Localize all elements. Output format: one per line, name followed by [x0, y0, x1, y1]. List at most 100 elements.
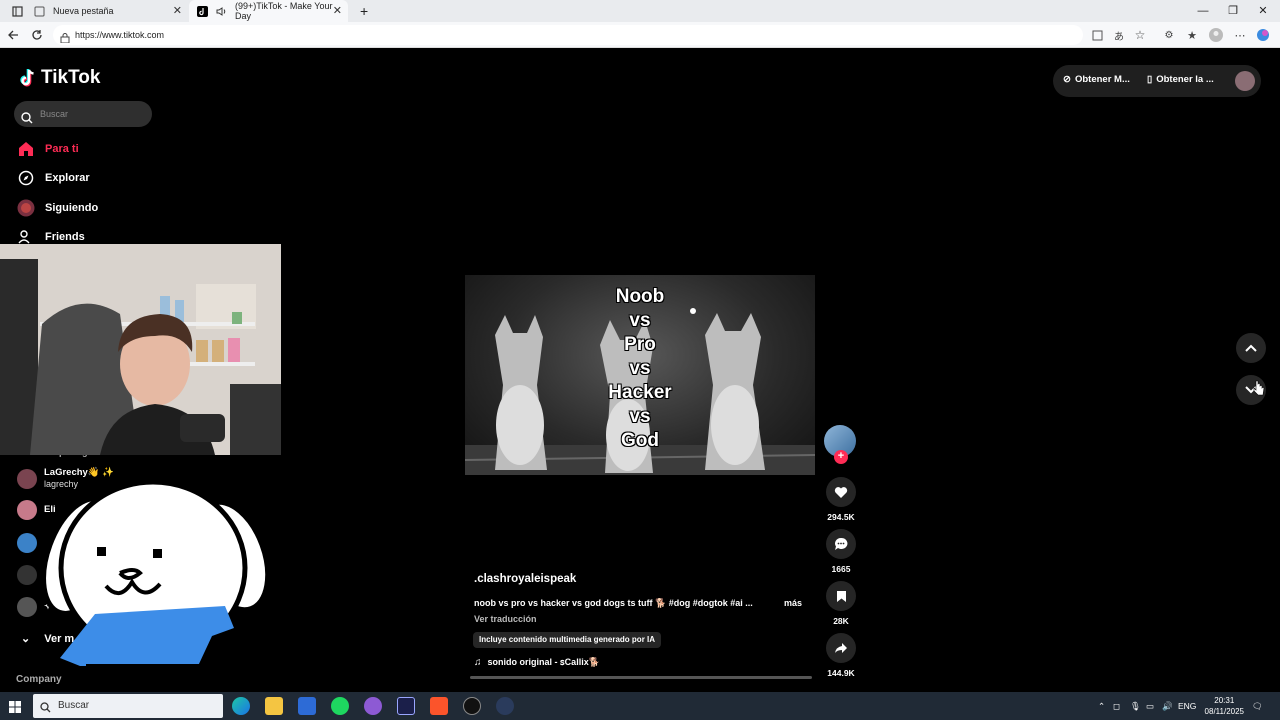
notifications-icon[interactable]: 🗨 [1252, 692, 1263, 720]
file-explorer-icon[interactable] [265, 697, 283, 715]
top-actions: ⊘ Obtener M... ▯ Obtener la ... [1053, 65, 1261, 97]
brave-browser-icon[interactable] [430, 697, 448, 715]
edge-browser-icon[interactable] [232, 697, 250, 715]
compass-icon [17, 169, 35, 187]
date: 08/11/2025 [1204, 707, 1244, 716]
url-field[interactable]: https://www.tiktok.com [53, 25, 1083, 45]
translate-icon[interactable]: あ [1110, 26, 1128, 44]
video-progress-bar[interactable] [470, 676, 812, 679]
nav-label: Explorar [45, 172, 90, 184]
music-note-icon: ♫ [474, 657, 482, 668]
comment-count: 1665 [831, 564, 851, 574]
video-author[interactable]: .clashroyaleispeak [474, 573, 576, 585]
tab-actions-icon[interactable] [4, 0, 24, 22]
reload-icon[interactable] [28, 26, 46, 44]
chevron-up-icon [1245, 344, 1257, 352]
caption-line: vs [629, 358, 651, 379]
network-icon[interactable]: ▭ [1146, 692, 1154, 720]
extension-icon[interactable]: ⚙ [1160, 26, 1178, 44]
language-indicator[interactable]: ENG [1178, 692, 1196, 720]
caption-line: Hacker [608, 382, 672, 403]
copilot-icon[interactable] [1254, 26, 1272, 44]
volume-icon[interactable]: 🔊 [1162, 692, 1173, 720]
tab-tiktok[interactable]: (99+)TikTok - Make Your Day ✕ [189, 0, 348, 22]
favorites-list-icon[interactable]: ★ [1183, 26, 1201, 44]
tab-title: Nueva pestaña [53, 6, 114, 16]
more-link[interactable]: más [784, 598, 802, 608]
taskbar-search[interactable]: Buscar [33, 694, 223, 718]
minimize-button[interactable]: — [1188, 0, 1218, 22]
more-menu-icon[interactable]: ⋯ [1231, 26, 1249, 44]
close-tab-icon[interactable]: ✕ [173, 4, 182, 17]
like-button[interactable]: 294.5K [824, 477, 858, 522]
comment-icon [826, 529, 856, 559]
profile-avatar-icon[interactable] [1207, 26, 1225, 44]
caption-line: Pro [624, 334, 656, 355]
close-window-button[interactable]: ✕ [1248, 0, 1278, 22]
tab-title: (99+)TikTok - Make Your Day [235, 1, 333, 21]
nav-label: Siguiendo [45, 202, 99, 214]
webcam-feed-image [0, 244, 281, 455]
coin-icon: ⊘ [1063, 74, 1071, 85]
nav-label: Friends [45, 231, 85, 243]
share-count: 144.9K [827, 668, 855, 678]
video-description: noob vs pro vs hacker vs god dogs ts tuf… [474, 598, 753, 608]
windows-taskbar: Buscar ⌃ ◻ 🎙 ▭ 🔊 ENG 20:31 08/11/2025 🗨 [0, 692, 1280, 720]
store-icon[interactable] [298, 697, 316, 715]
video-caption-overlay: Noob vs Pro vs Hacker vs God [587, 285, 693, 453]
premiere-pro-icon[interactable] [397, 697, 415, 715]
nav-explorar[interactable]: Explorar [17, 167, 90, 189]
spotify-icon[interactable] [331, 697, 349, 715]
translate-link[interactable]: Ver traducción [474, 614, 537, 624]
previous-video-button[interactable] [1236, 333, 1266, 363]
heart-icon [826, 477, 856, 507]
browser-tab-bar: Nueva pestaña ✕ (99+)TikTok - Make Your … [0, 0, 1280, 22]
search-icon [21, 108, 33, 134]
time: 20:31 [1214, 696, 1235, 705]
search-input[interactable]: Buscar [14, 101, 152, 127]
get-coins-button[interactable]: ⊘ Obtener M... [1063, 74, 1130, 85]
address-bar-row: https://www.tiktok.com あ ☆ ⚙ ★ ⋯ [0, 22, 1280, 48]
microphone-icon[interactable]: 🎙 [1130, 692, 1141, 720]
windows-start-icon[interactable] [9, 700, 21, 718]
clock[interactable]: 20:31 08/11/2025 [1205, 695, 1244, 717]
caption-line: Noob [615, 286, 665, 307]
new-tab-button[interactable]: + [352, 0, 372, 22]
nav-para-ti[interactable]: Para ti [17, 138, 79, 160]
nav-siguiendo[interactable]: Siguiendo [17, 197, 98, 219]
caption-line: vs [629, 406, 651, 427]
button-label: Obtener la ... [1156, 74, 1214, 85]
favorite-star-icon[interactable]: ☆ [1131, 26, 1149, 44]
discord-icon[interactable] [364, 697, 382, 715]
tiktok-logo-icon [20, 69, 34, 87]
page-icon [34, 6, 45, 17]
back-arrow-icon[interactable] [4, 26, 22, 44]
site-info-icon[interactable] [60, 30, 70, 48]
speaker-icon[interactable] [216, 6, 227, 17]
tab-new-tab[interactable]: Nueva pestaña ✕ [26, 0, 188, 22]
app-icon[interactable] [496, 697, 514, 715]
following-avatar-icon [17, 199, 35, 217]
caption-line: vs [629, 310, 651, 331]
obs-icon[interactable] [463, 697, 481, 715]
restore-button[interactable]: ❐ [1218, 0, 1248, 22]
comment-button[interactable]: 1665 [824, 529, 858, 574]
tiktok-logo[interactable]: TikTok [18, 67, 100, 89]
mouse-pointer-icon [1253, 380, 1265, 396]
tray-app-icon[interactable]: ◻ [1113, 692, 1120, 720]
search-icon [40, 700, 51, 718]
save-button[interactable]: 28K [824, 581, 858, 626]
follow-plus-icon[interactable]: + [834, 450, 848, 464]
close-tab-icon[interactable]: ✕ [333, 4, 342, 17]
app-available-icon[interactable] [1088, 26, 1106, 44]
caption-line: God [621, 430, 659, 451]
profile-avatar[interactable] [1235, 71, 1255, 91]
ai-content-badge: Incluye contenido multimedia generado po… [473, 632, 662, 648]
video-player[interactable]: Noob vs Pro vs Hacker vs God [465, 275, 815, 475]
sound-link[interactable]: ♫ sonido original - ꜱCallix🐕 [474, 657, 600, 668]
get-app-button[interactable]: ▯ Obtener la ... [1147, 74, 1214, 85]
tray-expand-icon[interactable]: ⌃ [1098, 692, 1105, 720]
share-icon [826, 633, 856, 663]
share-button[interactable]: 144.9K [824, 633, 858, 678]
nav-label: Para ti [45, 143, 79, 155]
